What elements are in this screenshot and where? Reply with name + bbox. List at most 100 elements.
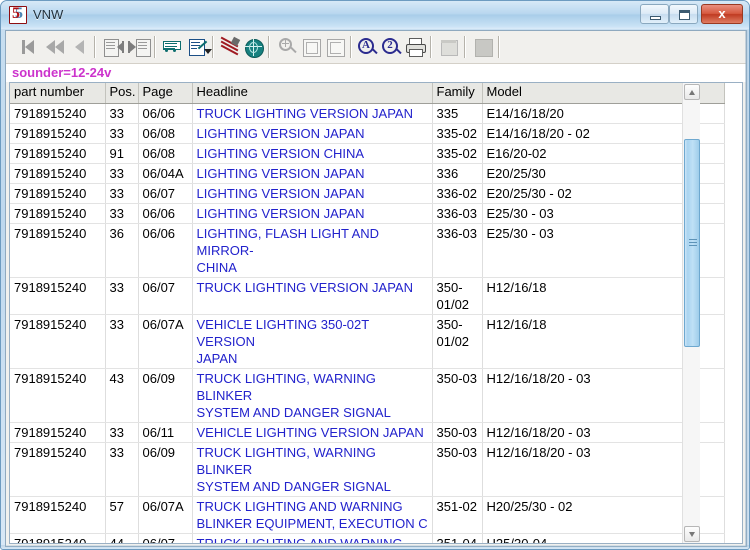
zoom-icon[interactable] [276,35,300,59]
cell-headline[interactable]: TRUCK LIGHTING, WARNING BLINKER SYSTEM A… [192,442,433,497]
cell-family: 350-03 [432,422,483,443]
toolbar-separator-2 [154,36,156,58]
cell-page: 06/07A [138,496,193,534]
stop-icon[interactable] [472,35,496,59]
cell-pos: 33 [105,123,139,144]
window-bottom-edge [1,545,749,549]
cell-part-number: 7918915240 [10,103,106,124]
cell-part-number: 7918915240 [10,223,106,278]
edit-order-icon[interactable] [186,35,212,59]
column-header-part-number[interactable]: part number [10,83,106,104]
cell-family: 351-02 [432,496,483,534]
toolbar-separator-8 [498,36,500,58]
cell-page: 06/11 [138,422,193,443]
previous-record-icon[interactable] [68,35,92,59]
annotate-2-icon[interactable]: 2 [380,35,404,59]
column-header-page[interactable]: Page [138,83,193,104]
maximize-button[interactable] [669,4,698,24]
minimize-button[interactable] [640,4,669,24]
scroll-down-button[interactable] [684,526,700,542]
scrollbar-thumb[interactable] [684,139,700,347]
cell-family: 350- 01/02 [432,277,483,315]
filter-query-text[interactable]: sounder=12-24v [12,65,111,80]
cell-headline[interactable]: TRUCK LIGHTING VERSION JAPAN [192,103,433,124]
column-header-headline[interactable]: Headline [192,83,433,104]
cell-headline[interactable]: LIGHTING VERSION JAPAN [192,123,433,144]
scroll-up-button[interactable] [684,84,700,100]
table-row[interactable]: 7918915240 33 06/07 TRUCK LIGHTING VERSION … [10,277,725,315]
first-record-icon[interactable] [18,35,42,59]
table-row[interactable]: 7918915240 33 06/07 LIGHTING VERSION JAPAN 3… [10,183,725,204]
window-title: VNW [33,7,64,22]
cell-family: 335-02 [432,143,483,164]
client-area: A 2 sounder=12-24v part number Pos. Page… [5,30,747,547]
table-row[interactable]: 7918915240 33 06/06 LIGHTING VERSION JAPAN 3… [10,203,725,224]
cell-family: 350-03 [432,442,483,497]
cell-headline[interactable]: VEHICLE LIGHTING 350-02T VERSION JAPAN [192,314,433,369]
cell-headline[interactable]: LIGHTING VERSION JAPAN [192,183,433,204]
table-row[interactable]: 7918915240 36 06/06 LIGHTING, FLASH LIGHT A… [10,223,725,278]
cell-headline[interactable]: TRUCK LIGHTING, WARNING BLINKER SYSTEM A… [192,368,433,423]
table-row[interactable]: 7918915240 33 06/08 LIGHTING VERSION JAPAN 3… [10,123,725,144]
cell-page: 06/09 [138,368,193,423]
cell-family: 335 [432,103,483,124]
annotate-a-icon[interactable]: A [356,35,380,59]
cell-headline[interactable]: TRUCK LIGHTING AND WARNING BLINKER EQUIP… [192,496,433,534]
cell-pos: 33 [105,163,139,184]
cell-pos: 36 [105,223,139,278]
close-button[interactable]: x [701,4,743,24]
app-logo-icon: 5 5 [9,6,27,24]
cell-family: 336-03 [432,203,483,224]
print-icon[interactable] [404,35,428,59]
vertical-scrollbar[interactable] [682,83,700,543]
cell-page: 06/07 [138,183,193,204]
no-filter-icon[interactable] [218,35,242,59]
table-row[interactable]: 7918915240 33 06/09 TRUCK LIGHTING, WARNING… [10,442,725,497]
cell-headline[interactable]: TRUCK LIGHTING AND WARNING BLINKER SYSTE… [192,533,433,543]
cell-part-number: 7918915240 [10,314,106,369]
cell-headline[interactable]: VEHICLE LIGHTING VERSION JAPAN [192,422,433,443]
window-right-edge [745,30,749,547]
cell-part-number: 7918915240 [10,183,106,204]
table-row[interactable]: 7918915240 33 06/06 TRUCK LIGHTING VERSION … [10,103,725,124]
column-header-family[interactable]: Family [432,83,483,104]
cell-headline[interactable]: LIGHTING VERSION JAPAN [192,203,433,224]
toolbar-separator-7 [464,36,466,58]
table-row[interactable]: 7918915240 33 06/11 VEHICLE LIGHTING VERSIO… [10,422,725,443]
cell-headline[interactable]: LIGHTING VERSION CHINA [192,143,433,164]
chevron-down-icon [689,532,695,537]
title-bar: 5 5 VNW x [1,1,749,29]
cell-family: 335-02 [432,123,483,144]
document-previous-icon[interactable] [102,35,126,59]
cell-headline[interactable]: LIGHTING VERSION JAPAN [192,163,433,184]
cell-headline[interactable]: LIGHTING, FLASH LIGHT AND MIRROR- CHINA [192,223,433,278]
cell-part-number: 7918915240 [10,422,106,443]
table-row[interactable]: 7918915240 91 06/08 LIGHTING VERSION CHINA 3… [10,143,725,164]
application-window: 5 5 VNW x A 2 sounder=12-24v part number… [0,0,750,550]
cell-part-number: 7918915240 [10,203,106,224]
table-row[interactable]: 7918915240 43 06/09 TRUCK LIGHTING, WARNING… [10,368,725,423]
page-left-icon[interactable] [300,35,324,59]
toolbar-separator-3 [212,36,214,58]
column-header-pos[interactable]: Pos. [105,83,139,104]
results-grid[interactable]: part number Pos. Page Headline Family Mo… [9,82,743,544]
table-row[interactable]: 7918915240 33 06/04A LIGHTING VERSION JAPAN… [10,163,725,184]
document-next-icon[interactable] [128,35,152,59]
cell-pos: 33 [105,277,139,315]
shopping-cart-icon[interactable] [160,35,184,59]
cell-headline[interactable]: TRUCK LIGHTING VERSION JAPAN [192,277,433,315]
notes-icon[interactable] [438,35,462,59]
cell-family: 350- 01/02 [432,314,483,369]
globe-icon[interactable] [242,35,266,59]
cell-page: 06/08 [138,123,193,144]
table-header-row: part number Pos. Page Headline Family Mo… [10,83,725,104]
table-row[interactable]: 7918915240 33 06/07A VEHICLE LIGHTING 350-0… [10,314,725,369]
cell-pos: 33 [105,442,139,497]
cell-family: 336-02 [432,183,483,204]
table-row[interactable]: 7918915240 57 06/07A TRUCK LIGHTING AND WAR… [10,496,725,534]
page-right-icon[interactable] [324,35,348,59]
cell-part-number: 7918915240 [10,163,106,184]
table-row[interactable]: 7918915240 44 06/07 TRUCK LIGHTING AND WARN… [10,533,725,543]
cell-page: 06/09 [138,442,193,497]
previous-page-icon[interactable] [44,35,68,59]
